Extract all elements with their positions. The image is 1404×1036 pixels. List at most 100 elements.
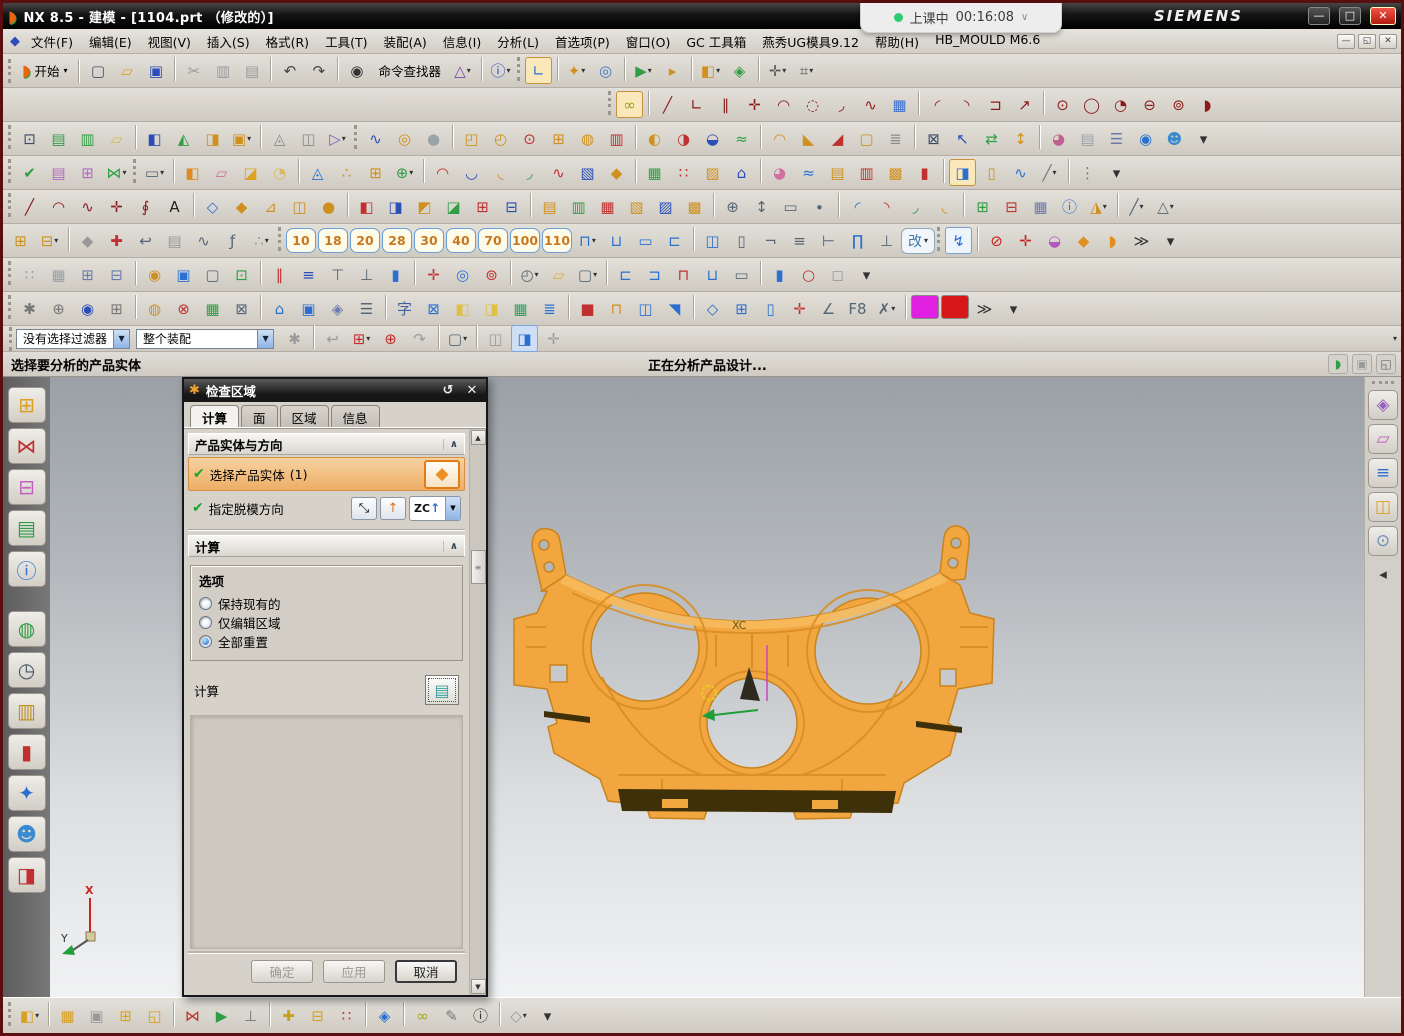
op-c-icon[interactable]: ◩ xyxy=(411,193,438,220)
blend-icon[interactable]: ◠ xyxy=(766,125,793,152)
stack-icon[interactable]: ≡ xyxy=(295,261,322,288)
modify-button[interactable]: 改 ▾ xyxy=(901,228,935,254)
box-icon[interactable]: ⊿ xyxy=(257,193,284,220)
dropdown-arrow[interactable]: ▾ xyxy=(809,66,813,75)
scroll-thumb[interactable]: ≡ xyxy=(471,550,486,584)
cross-icon[interactable]: ✛ xyxy=(420,261,447,288)
remember-constraints-icon[interactable]: ✚ xyxy=(275,1002,302,1029)
html-report-icon[interactable]: ◍ xyxy=(8,611,46,647)
dropdown-arrow[interactable]: ▾ xyxy=(581,66,585,75)
slider-icon[interactable]: ▣ xyxy=(295,295,322,322)
frame-fit2-icon[interactable]: ⊔ xyxy=(603,227,630,254)
surface-d-icon[interactable]: ◞ xyxy=(516,159,543,186)
scroll-down-arrow[interactable]: ▼ xyxy=(471,979,486,994)
collapse-chevron-icon[interactable]: ∧ xyxy=(443,541,458,552)
boss-icon[interactable]: ◍ xyxy=(574,125,601,152)
menu-信息(I)[interactable]: 信息(I) xyxy=(435,30,489,53)
circle-dashed-icon[interactable]: ◔ xyxy=(1107,91,1134,118)
dialog-title-bar[interactable]: ✱ 检查区域 ↺ ✕ xyxy=(184,379,486,402)
lightning-icon[interactable]: ↯ xyxy=(945,227,972,254)
scroll-up-arrow[interactable]: ▲ xyxy=(471,430,486,445)
menu-格式(R)[interactable]: 格式(R) xyxy=(258,30,317,53)
table-lamp-icon[interactable]: ◬ xyxy=(304,159,331,186)
extrude-icon[interactable]: ◰ xyxy=(458,125,485,152)
dropdown-arrow[interactable]: ▾ xyxy=(463,334,467,343)
toolbar-grip[interactable] xyxy=(8,193,11,217)
radio-全部重置[interactable]: 全部重置 xyxy=(199,632,454,651)
slash-icon[interactable]: ╱▾ xyxy=(1036,159,1063,186)
patch-e-icon[interactable]: ▨ xyxy=(652,193,679,220)
radio-dot-icon[interactable] xyxy=(199,616,212,629)
frame-blue-icon[interactable]: ▣ xyxy=(170,261,197,288)
snap-filter-icon[interactable]: ✛ xyxy=(1012,227,1039,254)
relations-browser-icon[interactable]: ⓘ xyxy=(467,1002,494,1029)
part-navigator-icon[interactable]: ⊟ xyxy=(8,469,46,505)
constraint-navigator-icon[interactable]: ⋈ xyxy=(8,428,46,464)
cut-icon[interactable]: ✂ xyxy=(180,57,207,84)
brain-icon[interactable]: ◕ xyxy=(1045,125,1072,152)
hub-icon[interactable]: ⊕ xyxy=(45,295,72,322)
menu-文件(F)[interactable]: 文件(F) xyxy=(23,30,81,53)
diamond-icon[interactable]: ◈ xyxy=(726,57,753,84)
cancel-button[interactable]: 取消 xyxy=(395,960,457,983)
tee-icon[interactable]: ⊢ xyxy=(815,227,842,254)
text-icon[interactable]: A xyxy=(161,193,188,220)
mirror-assembly-icon[interactable]: ◈ xyxy=(371,1002,398,1029)
op-b-icon[interactable]: ◨ xyxy=(382,193,409,220)
conic-icon[interactable]: ◗ xyxy=(1194,91,1221,118)
toolbar-grip[interactable] xyxy=(608,91,611,115)
exploded-view-icon[interactable]: ⋈▾ xyxy=(103,159,130,186)
dropdown-arrow[interactable]: ▾ xyxy=(467,66,471,75)
toolbar-grip[interactable] xyxy=(9,327,12,351)
rotate-point-icon[interactable]: ⊕ xyxy=(377,325,404,352)
eye-icon[interactable]: ◉ xyxy=(1132,125,1159,152)
solid-cube-icon[interactable]: ◆ xyxy=(1070,227,1097,254)
csys-orient-icon[interactable]: ∟ xyxy=(525,57,552,84)
close-button[interactable]: ✕ xyxy=(1370,7,1396,25)
grid-surf-icon[interactable]: ▦ xyxy=(641,159,668,186)
paste-icon[interactable]: ▤ xyxy=(238,57,265,84)
grid2-icon[interactable]: ⊞ xyxy=(969,193,996,220)
double-cube-icon[interactable]: ⊞ xyxy=(728,295,755,322)
select-product-solid-row[interactable]: ✔ 选择产品实体 (1) ◆ xyxy=(188,457,465,491)
menu-插入(S)[interactable]: 插入(S) xyxy=(199,30,258,53)
tube-icon[interactable]: ⊙ xyxy=(1368,526,1398,556)
grid-b-icon[interactable]: ⊟ xyxy=(103,261,130,288)
class-timer-notification[interactable]: 上课中 00:16:08 ∨ xyxy=(860,3,1062,33)
size-20-button[interactable]: 20 xyxy=(350,228,380,253)
table-check-icon[interactable]: ⊞ xyxy=(74,159,101,186)
person-icon[interactable]: ☻ xyxy=(1161,125,1188,152)
undo-icon[interactable]: ↶ xyxy=(276,57,303,84)
skew-arrow-icon[interactable]: ◇ xyxy=(699,295,726,322)
panel-icon[interactable]: ⊞ xyxy=(103,295,130,322)
gear-icon[interactable]: ✱ xyxy=(281,325,308,352)
perp2-icon[interactable]: ⊥ xyxy=(873,227,900,254)
dropdown-arrow[interactable]: ▾ xyxy=(593,270,597,279)
wave-tool-icon[interactable]: ∿ xyxy=(190,227,217,254)
new-file-icon[interactable]: ▢ xyxy=(84,57,111,84)
toolbar-grip[interactable] xyxy=(8,59,11,83)
dropdown-arrow[interactable]: ▾ xyxy=(891,304,895,313)
ruler-v-icon[interactable]: ▯ xyxy=(978,159,1005,186)
menu-窗口(O)[interactable]: 窗口(O) xyxy=(618,30,679,53)
circle-small-icon[interactable]: ○ xyxy=(795,261,822,288)
pattern-icon[interactable]: ⊞ xyxy=(545,125,572,152)
wedge-icon[interactable]: ◮▾ xyxy=(1085,193,1112,220)
toolbar-grip[interactable] xyxy=(8,1002,11,1026)
sketch-chain-icon[interactable]: ∞ xyxy=(616,91,643,118)
chevron-down-icon[interactable]: ▼ xyxy=(445,497,460,520)
toolbar-grip[interactable] xyxy=(133,159,136,183)
clamp-tool-icon[interactable]: ✎ xyxy=(438,1002,465,1029)
chevron-down-icon[interactable]: ▼ xyxy=(113,330,129,348)
move-face-icon[interactable]: ↖ xyxy=(949,125,976,152)
x-constraint-icon[interactable]: ✗▾ xyxy=(873,295,900,322)
section-calculate[interactable]: 计算 ∧ xyxy=(188,535,465,557)
thread-icon[interactable]: ≣ xyxy=(882,125,909,152)
cubes-pair2-icon[interactable]: ⊟▾ xyxy=(36,227,63,254)
shell-icon[interactable]: ▢ xyxy=(853,125,880,152)
dropdown-arrow[interactable]: ▾ xyxy=(535,270,539,279)
brain2-icon[interactable]: ◕ xyxy=(766,159,793,186)
gear-gold-icon[interactable]: ✦▾ xyxy=(563,57,590,84)
sketch-arc-icon[interactable]: ◠ xyxy=(770,91,797,118)
plus-tool-icon[interactable]: ✚ xyxy=(103,227,130,254)
